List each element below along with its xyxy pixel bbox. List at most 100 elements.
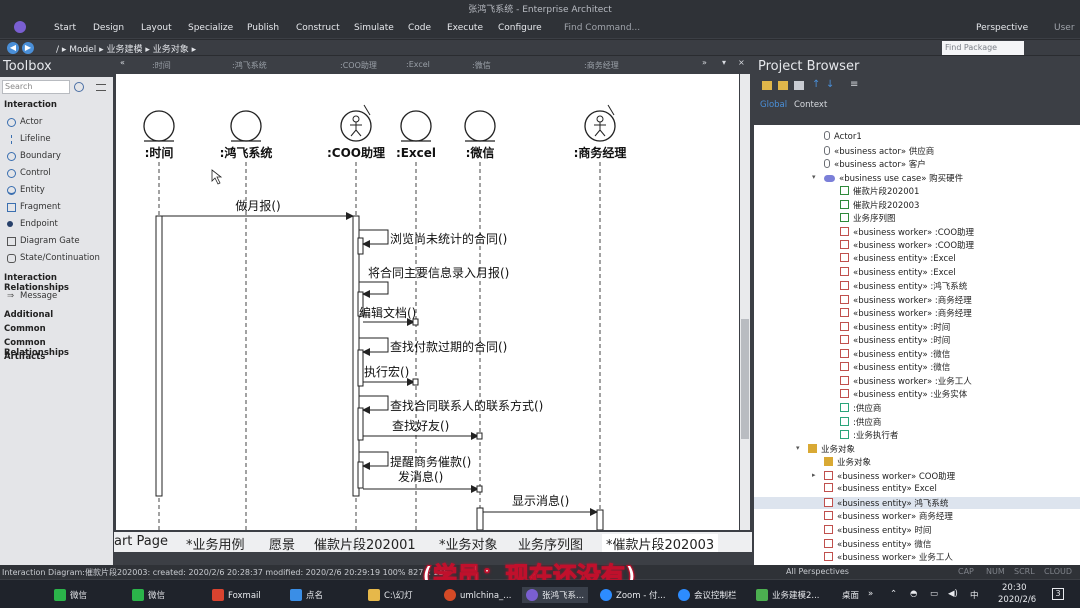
perspective-button[interactable]: Perspective <box>976 23 1028 33</box>
tray-volume-icon[interactable]: ◀) <box>948 589 958 599</box>
tab-business-usecase[interactable]: *业务用例 <box>186 534 245 552</box>
tree-item[interactable]: 催款片段202003 <box>840 199 919 211</box>
tree-item[interactable]: «business entity» 时间 <box>824 524 931 536</box>
tree-item[interactable]: 催款片段202001 <box>840 185 919 197</box>
activation-manager[interactable] <box>596 509 604 530</box>
activation-self-4[interactable] <box>357 407 364 441</box>
back-icon[interactable]: ◀ <box>7 42 19 54</box>
task-desktop[interactable]: 桌面 <box>842 589 859 601</box>
ea-logo-icon[interactable] <box>14 21 26 33</box>
tool-diagram-gate[interactable]: Diagram Gate <box>7 236 80 246</box>
tree-item[interactable]: «business entity» :Excel <box>840 266 956 278</box>
tree-item[interactable]: :供应商 <box>840 402 881 414</box>
section-artifacts[interactable]: Artifacts <box>4 352 45 362</box>
expand-toggle-icon[interactable]: ▾ <box>796 444 800 452</box>
tab-global[interactable]: Global <box>760 100 787 110</box>
sequence-diagram[interactable]: :时间 :鸿飞系统 :COO助理 :Excel :微信:商务经理 做月报() … <box>116 74 739 530</box>
activation-self-3[interactable] <box>357 349 364 387</box>
find-command-input[interactable]: Find Command... <box>564 23 640 33</box>
menu-configure[interactable]: Configure <box>498 23 542 33</box>
tool-message[interactable]: ⇒ Message <box>7 291 57 301</box>
tab-business-object[interactable]: *业务对象 <box>439 534 498 552</box>
tree-item[interactable]: «business entity» 鸿飞系统 <box>754 496 1080 509</box>
tree-item[interactable]: «business actor» 客户 <box>824 158 926 170</box>
move-down-icon[interactable]: ↓ <box>826 79 834 90</box>
tree-item[interactable]: «business entity» :Excel <box>840 252 956 264</box>
section-additional[interactable]: Additional <box>4 310 53 320</box>
clock-date[interactable]: 2020/2/6 <box>998 595 1036 605</box>
menu-icon[interactable] <box>96 84 106 91</box>
tool-actor[interactable]: Actor <box>7 117 42 127</box>
tool-endpoint[interactable]: Endpoint <box>7 219 58 229</box>
scroll-thumb[interactable] <box>741 319 749 439</box>
menu-simulate[interactable]: Simulate <box>354 23 394 33</box>
tree-item[interactable]: 业务对象 <box>824 456 871 468</box>
menu-design[interactable]: Design <box>93 23 124 33</box>
breadcrumb[interactable]: / ▸ Model ▸ 业务建模 ▸ 业务对象 ▸ <box>56 42 196 55</box>
section-common[interactable]: Common <box>4 324 46 334</box>
dropdown-icon[interactable]: ▾ <box>722 58 726 67</box>
tree-item[interactable]: «business entity» 微信 <box>824 538 931 550</box>
tab-fragment-202001[interactable]: 催款片段202001 <box>314 534 416 552</box>
entity-shape-excel[interactable] <box>400 110 432 142</box>
tab-business-sequence[interactable]: 业务序列图 <box>518 534 583 552</box>
menu-execute[interactable]: Execute <box>447 23 483 33</box>
tab-start-page[interactable]: art Page <box>114 534 168 549</box>
tree-item[interactable]: «business actor» 供应商 <box>824 145 934 157</box>
tab-fragment-202003-active[interactable]: *催款片段202003 <box>602 534 719 552</box>
activation-self-1[interactable] <box>357 237 364 255</box>
diagram-canvas[interactable]: :时间 :鸿飞系统 :COO助理 :Excel :微信:商务经理 做月报() … <box>116 74 739 530</box>
collapse-icon[interactable]: « <box>120 58 125 67</box>
status-perspectives[interactable]: All Perspectives <box>786 567 849 576</box>
task-foxmail[interactable]: Foxmail <box>212 589 261 601</box>
tree-item[interactable]: :供应商 <box>840 416 881 428</box>
tray-shield-icon[interactable]: ◓ <box>910 589 917 599</box>
tree-item[interactable]: 业务对象 <box>808 443 855 455</box>
tree-item[interactable]: «business worker» :商务经理 <box>840 294 972 306</box>
find-package-input[interactable]: Find Package <box>942 41 1024 55</box>
menu-publish[interactable]: Publish <box>247 23 279 33</box>
entity-shape-wechat[interactable] <box>464 110 496 142</box>
toolbox-search-input[interactable]: Search <box>2 80 70 94</box>
tool-lifeline[interactable]: Lifeline <box>11 134 51 144</box>
new-folder-icon[interactable] <box>762 81 772 90</box>
task-umlchina[interactable]: umlchina_... <box>444 589 511 601</box>
tree-item[interactable]: «business worker» :COO助理 <box>840 239 974 251</box>
activation-time[interactable] <box>155 215 163 497</box>
task-zoom[interactable]: Zoom - 付... <box>600 589 666 601</box>
tree-item[interactable]: «business worker» COO助理 <box>824 470 955 482</box>
tree-item[interactable]: «business entity» Excel <box>824 483 937 494</box>
forward-icon[interactable]: ▶ <box>22 42 34 54</box>
menu-start[interactable]: Start <box>54 23 76 33</box>
new-package-icon[interactable] <box>778 81 788 90</box>
tray-up-icon[interactable]: ⌃ <box>890 589 897 599</box>
user-menu[interactable]: User <box>1054 23 1075 33</box>
tree-item[interactable]: «business entity» :业务实体 <box>840 388 967 400</box>
menu-code[interactable]: Code <box>408 23 431 33</box>
move-up-icon[interactable]: ↑ <box>812 79 820 90</box>
tree-item[interactable]: :业务执行者 <box>840 429 898 441</box>
tool-entity[interactable]: Entity <box>7 185 45 195</box>
close-icon[interactable]: × <box>738 58 745 67</box>
tab-vision[interactable]: 愿景 <box>269 534 295 552</box>
tree-item[interactable]: «business worker» 业务工人 <box>824 551 953 563</box>
vertical-scrollbar[interactable] <box>740 74 750 530</box>
tree-item[interactable]: «business worker» :商务经理 <box>840 307 972 319</box>
expand-toggle-icon[interactable]: ▾ <box>812 173 816 181</box>
task-wechat-1[interactable]: 微信 <box>54 589 87 601</box>
tray-ime-icon[interactable]: 中 <box>970 589 979 601</box>
expand-toggle-icon[interactable]: ▸ <box>812 471 816 479</box>
tab-context[interactable]: Context <box>794 100 827 110</box>
activation-wechat[interactable] <box>476 507 484 530</box>
entity-shape-hongfei[interactable] <box>230 110 262 142</box>
tree-item[interactable]: Actor1 <box>824 131 862 142</box>
task-wechat-2[interactable]: 微信 <box>132 589 165 601</box>
section-interaction[interactable]: Interaction <box>4 100 57 110</box>
tray-network-icon[interactable]: ▭ <box>930 589 938 599</box>
menu-icon[interactable]: ≡ <box>850 79 858 90</box>
menu-construct[interactable]: Construct <box>296 23 340 33</box>
tree-item[interactable]: «business use case» 购买硬件 <box>824 172 963 184</box>
tool-fragment[interactable]: Fragment <box>7 202 61 212</box>
entity-shape-time[interactable] <box>143 110 175 142</box>
tree-item[interactable]: «business worker» :业务工人 <box>840 375 972 387</box>
